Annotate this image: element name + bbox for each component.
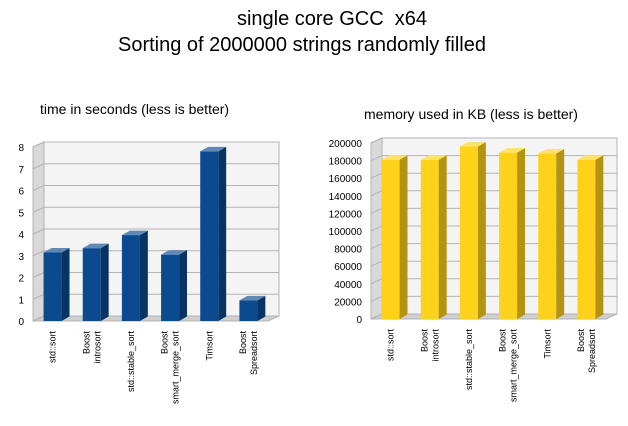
time-category-label: std::stable_sort — [126, 331, 136, 393]
time-category-label: smart_merge_sort — [171, 331, 181, 405]
time-category-label: std::sort — [48, 331, 58, 364]
memory-y-tick-label: 120000 — [329, 209, 363, 220]
memory-bar — [381, 159, 400, 319]
memory-y-tick-label: 0 — [356, 315, 362, 326]
time-bar — [82, 248, 101, 321]
time-y-tick-label: 7 — [18, 165, 24, 176]
memory-bar-side — [595, 155, 604, 319]
time-y-tick-label: 0 — [18, 317, 24, 328]
memory-category-label: Boost — [419, 329, 429, 353]
memory-category-label: Spreadsort — [587, 329, 597, 374]
memory-category-label: smart_merge_sort — [509, 329, 519, 403]
time-category-label: Boost — [160, 331, 170, 355]
memory-category-label: introsort — [430, 329, 440, 362]
time-bar — [121, 235, 140, 321]
memory-y-tick-label: 200000 — [329, 139, 363, 150]
memory-y-tick-label: 20000 — [334, 297, 362, 308]
time-category-label: Boost — [238, 331, 248, 355]
time-y-tick-label: 4 — [18, 230, 24, 241]
memory-y-tick-label: 40000 — [334, 280, 362, 291]
time-y-tick-label: 3 — [18, 252, 24, 263]
time-category-label: Spreadsort — [249, 331, 259, 376]
time-bar-side — [61, 247, 70, 321]
memory-bar-side — [477, 142, 486, 319]
memory-bar-side — [556, 149, 565, 319]
memory-category-label: Boost — [498, 329, 508, 353]
memory-y-tick-label: 160000 — [329, 174, 363, 185]
memory-y-tick-label: 60000 — [334, 262, 362, 273]
memory-y-tick-label: 180000 — [329, 157, 363, 168]
memory-y-tick-label: 140000 — [329, 192, 363, 203]
time-y-tick-label: 1 — [18, 295, 24, 306]
charts-canvas: 012345678std::sort Boost introsort std::sta… — [18, 137, 618, 405]
time-bar-side — [218, 146, 227, 321]
time-category-label: Timsort — [204, 331, 214, 361]
time-y-tick-label: 2 — [18, 274, 24, 285]
memory-bar — [459, 146, 478, 319]
time-y-tick-label: 5 — [18, 208, 24, 219]
memory-bar-side — [438, 155, 447, 319]
time-bar — [43, 252, 62, 321]
time-bar-side — [179, 250, 188, 321]
time-category-label: Boost — [81, 331, 91, 355]
memory-bar — [499, 152, 518, 319]
time-bar — [161, 254, 180, 321]
time-bar — [200, 151, 219, 321]
memory-bar — [538, 153, 557, 319]
memory-bar-side — [399, 155, 408, 319]
time-y-tick-label: 6 — [18, 187, 24, 198]
time-category-label: introsort — [92, 331, 102, 364]
time-bar — [239, 300, 258, 321]
time-y-tick-label: 8 — [18, 143, 24, 154]
memory-category-label: std::stable_sort — [464, 329, 474, 391]
memory-bar-side — [517, 148, 526, 319]
memory-y-tick-label: 100000 — [329, 227, 363, 238]
memory-category-label: std::sort — [386, 329, 396, 362]
time-bar-side — [100, 243, 109, 321]
memory-category-label: Timsort — [542, 329, 552, 359]
time-bar-side — [139, 230, 148, 321]
memory-bar — [577, 159, 596, 319]
memory-category-label: Boost — [576, 329, 586, 353]
memory-bar — [420, 159, 439, 319]
memory-y-tick-label: 80000 — [334, 245, 362, 256]
